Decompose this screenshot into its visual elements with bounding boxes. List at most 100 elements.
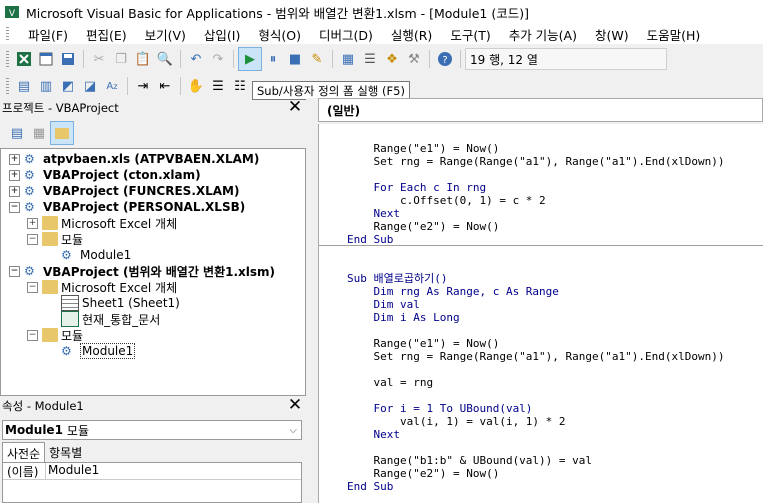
tree-item-cton[interactable]: + ⚙ VBAProject (cton.xlam)	[9, 167, 201, 183]
tab-categorized[interactable]: 항목별	[45, 442, 86, 462]
view-object-icon[interactable]: ▦	[28, 122, 50, 144]
code-line[interactable]: Set rng = Range(Range("a1"), Range("a1")…	[347, 155, 724, 168]
tree-item-excel-objects[interactable]: − Microsoft Excel 개체	[27, 279, 177, 295]
tree-item-excel-objects[interactable]: + Microsoft Excel 개체	[27, 215, 177, 231]
parameter-info-icon[interactable]: ◪	[79, 75, 101, 97]
code-line[interactable]: For Each c In rng	[347, 181, 486, 194]
code-line[interactable]: Sub 배열로곱하기()	[347, 272, 447, 285]
project-tree[interactable]: + ⚙ atpvbaen.xls (ATPVBAEN.XLAM) + ⚙ VBA…	[0, 148, 306, 396]
tree-item-thisworkbook[interactable]: 현재_통합_문서	[61, 311, 160, 327]
menu-view[interactable]: 보기(V)	[136, 25, 195, 44]
view-code-icon[interactable]: ▤	[6, 122, 28, 144]
tree-item-sheet1[interactable]: Sheet1 (Sheet1)	[61, 295, 180, 311]
collapse-icon[interactable]: −	[27, 233, 38, 245]
toggle-breakpoint-icon[interactable]: ✋	[185, 75, 207, 97]
save-icon[interactable]	[57, 48, 79, 70]
property-value[interactable]: Module1	[46, 463, 99, 479]
tree-item-module1-selected[interactable]: ⚙ Module1	[61, 343, 136, 359]
code-line[interactable]: Dim rng As Range, c As Range	[347, 285, 558, 298]
menu-format[interactable]: 형식(O)	[249, 25, 310, 44]
complete-word-icon[interactable]: Az	[101, 75, 123, 97]
code-line[interactable]: Range("e1") = Now()	[347, 142, 499, 155]
tab-alphabetic[interactable]: 사전순	[2, 442, 46, 462]
project-explorer-icon[interactable]: ▦	[337, 48, 359, 70]
undo-icon[interactable]: ↶	[185, 48, 207, 70]
run-icon[interactable]: ▶	[238, 47, 262, 71]
tree-item-label: VBAProject (cton.xlam)	[43, 168, 201, 182]
menu-addins[interactable]: 추가 기능(A)	[500, 25, 586, 44]
menu-insert[interactable]: 삽입(I)	[195, 25, 249, 44]
property-row[interactable]: (이름) Module1	[3, 463, 301, 480]
code-line[interactable]: val = rng	[347, 376, 433, 389]
expand-icon[interactable]: +	[9, 169, 20, 181]
view-excel-icon[interactable]	[13, 48, 35, 70]
toolbar-grip[interactable]	[6, 51, 9, 67]
redo-icon[interactable]: ↷	[207, 48, 229, 70]
code-line[interactable]: Range("b1:b" & UBound(val)) = val	[347, 454, 592, 467]
collapse-icon[interactable]: −	[27, 281, 38, 293]
menu-run[interactable]: 실행(R)	[382, 25, 441, 44]
tree-item-personal[interactable]: − ⚙ VBAProject (PERSONAL.XLSB)	[9, 199, 245, 215]
expand-icon[interactable]: +	[27, 217, 38, 229]
code-line[interactable]: val(i, 1) = val(i, 1) * 2	[347, 415, 566, 428]
indent-icon[interactable]: ⇥	[132, 75, 154, 97]
code-editor[interactable]: Range("e1") = Now() Set rng = Range(Rang…	[318, 124, 763, 503]
tree-item-workbook-project[interactable]: − ⚙ VBAProject (범위와 배열간 변환1.xlsm)	[9, 263, 275, 279]
cut-icon[interactable]: ✂	[88, 48, 110, 70]
list-constants-icon[interactable]: ▥	[35, 75, 57, 97]
toolbar-grip[interactable]	[6, 78, 9, 94]
menu-help[interactable]: 도움말(H)	[638, 25, 710, 44]
code-line[interactable]: c.Offset(0, 1) = c * 2	[347, 194, 546, 207]
reset-icon[interactable]: ■	[284, 48, 306, 70]
code-line[interactable]: Range("e1") = Now()	[347, 337, 499, 350]
code-line[interactable]: Range("e2") = Now()	[347, 220, 499, 233]
code-line[interactable]: Set rng = Range(Range("a1"), Range("a1")…	[347, 350, 724, 363]
tree-item-atpvbaen[interactable]: + ⚙ atpvbaen.xls (ATPVBAEN.XLAM)	[9, 151, 259, 167]
menu-tools[interactable]: 도구(T)	[441, 25, 499, 44]
object-combo[interactable]: (일반)	[318, 98, 763, 122]
code-line[interactable]: Next	[347, 428, 400, 441]
collapse-icon[interactable]: −	[9, 265, 20, 277]
menu-edit[interactable]: 편집(E)	[77, 25, 136, 44]
tree-item-funcres[interactable]: + ⚙ VBAProject (FUNCRES.XLAM)	[9, 183, 239, 199]
properties-window-icon[interactable]: ☰	[359, 48, 381, 70]
code-line[interactable]: Dim val	[347, 298, 419, 311]
toggle-folders-icon[interactable]	[50, 121, 74, 145]
tree-item-module1[interactable]: ⚙ Module1	[61, 247, 131, 263]
break-icon[interactable]: ⏸	[262, 48, 284, 70]
collapse-icon[interactable]: −	[9, 201, 20, 213]
tree-item-modules[interactable]: − 모듈	[27, 327, 83, 343]
panel-splitter[interactable]	[306, 98, 318, 503]
tree-item-modules[interactable]: − 모듈	[27, 231, 83, 247]
code-line[interactable]: Next	[347, 207, 400, 220]
code-line[interactable]: Range("e2") = Now()	[347, 467, 499, 480]
menu-file[interactable]: 파일(F)	[19, 25, 77, 44]
expand-icon[interactable]: +	[9, 185, 20, 197]
menubar-grip[interactable]	[6, 27, 9, 41]
copy-icon[interactable]: ❐	[110, 48, 132, 70]
help-icon[interactable]: ?	[434, 48, 456, 70]
insert-userform-icon[interactable]	[35, 48, 57, 70]
find-icon[interactable]: 🔍	[154, 48, 176, 70]
expand-icon[interactable]: +	[9, 153, 20, 165]
object-browser-icon[interactable]: ❖	[381, 48, 403, 70]
code-line[interactable]: Dim i As Long	[347, 311, 459, 324]
menu-window[interactable]: 창(W)	[586, 25, 638, 44]
code-line[interactable]: End Sub	[347, 233, 393, 246]
paste-icon[interactable]: 📋	[132, 48, 154, 70]
chevron-down-icon[interactable]: ⌵	[289, 425, 297, 436]
close-project-panel-icon[interactable]: ✕	[286, 98, 304, 116]
outdent-icon[interactable]: ⇤	[154, 75, 176, 97]
uncomment-block-icon[interactable]: ☷	[229, 75, 251, 97]
properties-object-combo[interactable]: Module1 모듈 ⌵	[2, 420, 302, 440]
code-line[interactable]: End Sub	[347, 480, 393, 493]
quick-info-icon[interactable]: ◩	[57, 75, 79, 97]
menu-debug[interactable]: 디버그(D)	[310, 25, 382, 44]
toolbox-icon[interactable]: ⚒	[403, 48, 425, 70]
design-mode-icon[interactable]: ✎	[306, 48, 328, 70]
close-properties-panel-icon[interactable]: ✕	[286, 396, 304, 414]
code-line[interactable]: For i = 1 To UBound(val)	[347, 402, 532, 415]
collapse-icon[interactable]: −	[27, 329, 38, 341]
comment-block-icon[interactable]: ☰	[207, 75, 229, 97]
list-properties-icon[interactable]: ▤	[13, 75, 35, 97]
